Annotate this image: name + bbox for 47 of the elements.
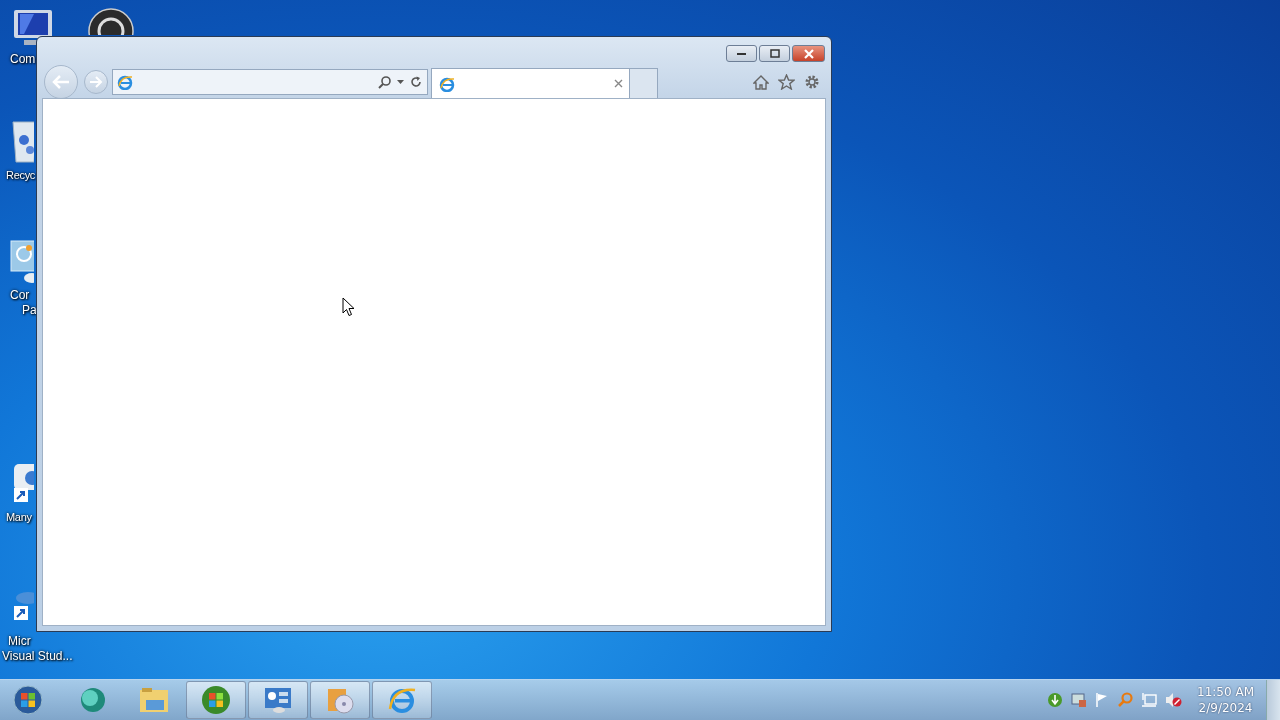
windows-logo-icon [201, 685, 231, 715]
folder-icon [138, 686, 170, 714]
recycle-bin-icon[interactable] [10, 118, 34, 164]
network-icon[interactable] [1141, 692, 1158, 708]
forward-arrow-icon [89, 76, 103, 88]
maximize-icon [769, 49, 780, 58]
taskbar-button[interactable] [248, 681, 308, 719]
back-arrow-icon [51, 74, 71, 90]
icon-label: Cor [10, 288, 30, 303]
control-panel-icon [263, 686, 293, 714]
refresh-icon[interactable] [410, 76, 422, 88]
icon-label: Pa [21, 303, 37, 318]
browser-tab[interactable] [431, 68, 630, 98]
icon-label: Many [6, 510, 32, 525]
new-tab-button[interactable] [630, 68, 658, 98]
taskbar-button[interactable] [310, 681, 370, 719]
favorites-icon[interactable] [778, 74, 795, 90]
clock-time: 11:50 AM [1197, 684, 1254, 700]
icon-label: Visual Stud... [2, 649, 73, 664]
maximize-button[interactable] [759, 45, 790, 62]
close-icon [802, 48, 815, 59]
icon-label: Micr [7, 634, 31, 649]
close-button[interactable] [792, 45, 825, 62]
home-icon[interactable] [753, 74, 769, 90]
minimize-button[interactable] [726, 45, 757, 62]
address-field[interactable] [112, 69, 428, 95]
dropdown-icon[interactable] [397, 79, 404, 85]
close-icon[interactable] [614, 79, 623, 88]
app-icon[interactable] [88, 8, 134, 35]
search-icon[interactable] [378, 75, 391, 89]
forward-button[interactable] [84, 70, 108, 94]
settings-icon[interactable] [804, 74, 820, 90]
clock-date: 2/9/2024 [1198, 700, 1253, 716]
show-desktop-button[interactable] [1266, 680, 1280, 720]
icon-label: Recyc [6, 168, 36, 183]
icon-label: Com [10, 52, 36, 67]
monitor-icon[interactable] [1071, 692, 1088, 708]
windows-logo-icon [13, 685, 43, 715]
browser-icon [439, 75, 455, 92]
control-panel-icon[interactable] [10, 240, 34, 284]
taskbar-button[interactable] [372, 681, 432, 719]
back-button[interactable] [44, 65, 78, 99]
update-icon[interactable] [1047, 692, 1064, 708]
browser-icon [117, 74, 133, 90]
volume-muted-icon[interactable] [1165, 692, 1184, 708]
cursor-icon [342, 297, 355, 317]
taskbar-button[interactable] [186, 681, 246, 719]
